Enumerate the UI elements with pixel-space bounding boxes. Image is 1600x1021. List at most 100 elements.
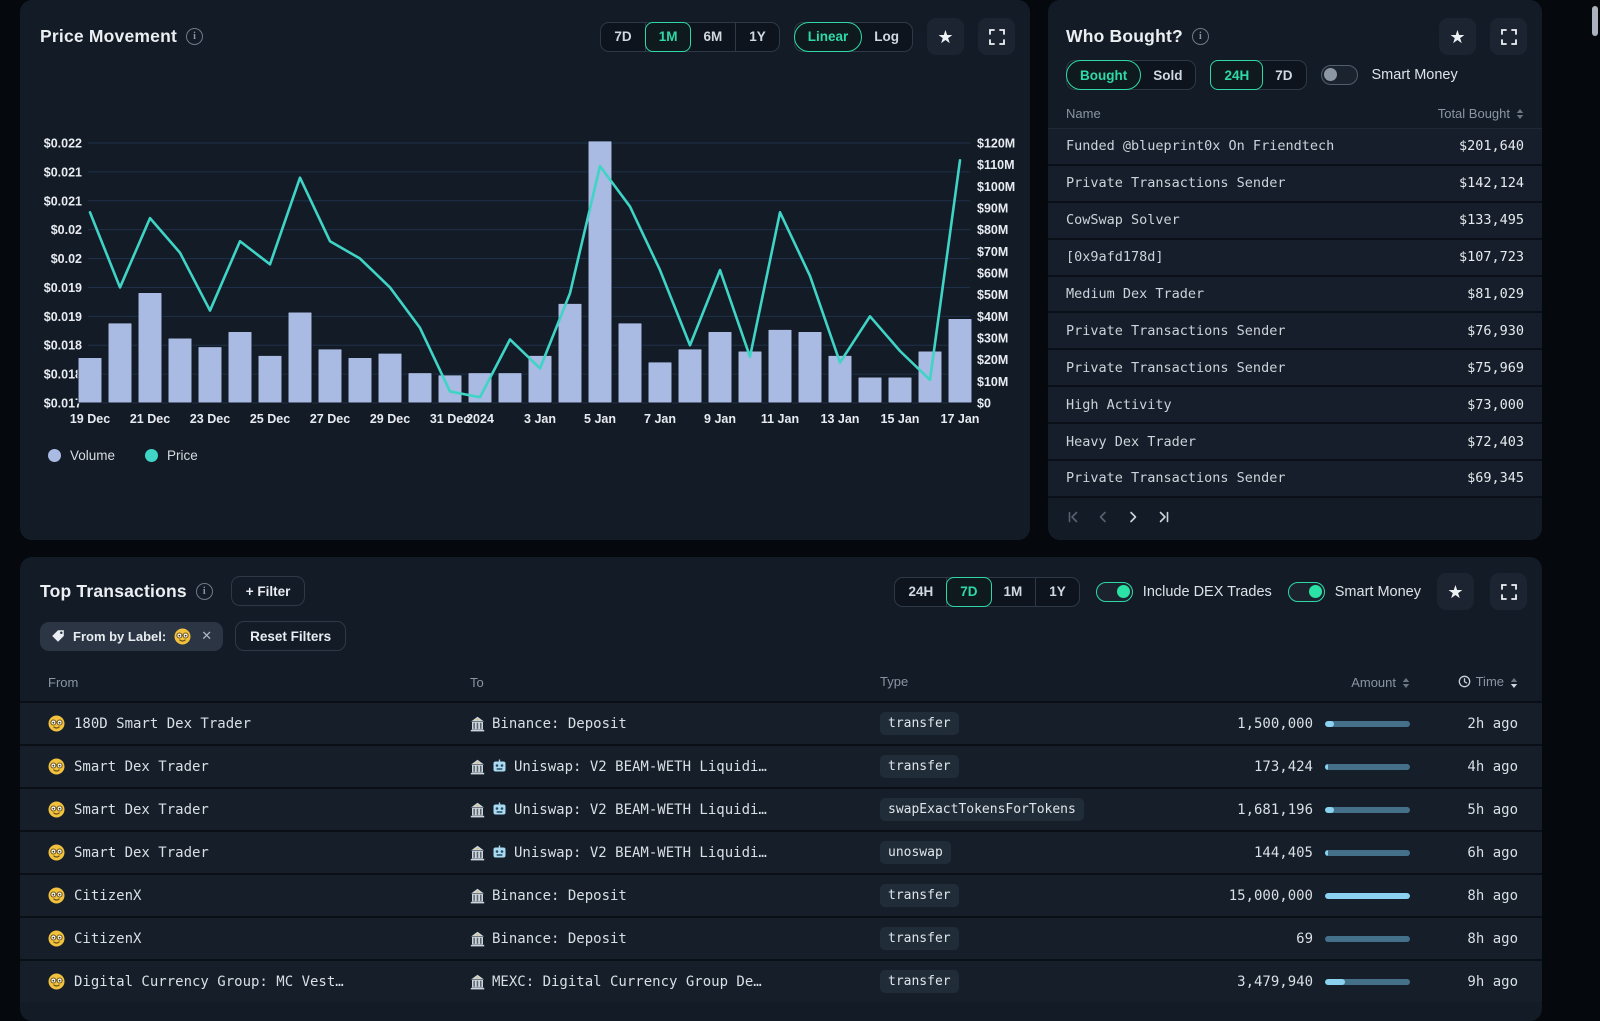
to-label[interactable]: MEXC: Digital Currency Group De… xyxy=(492,974,762,990)
from-label[interactable]: Smart Dex Trader xyxy=(74,802,209,818)
fullscreen-button[interactable] xyxy=(1490,573,1527,610)
transaction-row[interactable]: Smart Dex Trader Uniswap: V2 BEAM-WETH Li… xyxy=(20,830,1542,873)
bank-icon xyxy=(470,759,485,775)
info-icon[interactable]: i xyxy=(186,28,203,45)
bank-icon xyxy=(470,974,485,990)
range-1m[interactable]: 1M xyxy=(991,577,1037,607)
who-bought-row[interactable]: [0x9afd178d]$107,723 xyxy=(1048,240,1542,277)
bank-icon xyxy=(470,931,485,947)
include-dex-toggle[interactable] xyxy=(1096,582,1133,602)
from-label[interactable]: CitizenX xyxy=(74,931,141,947)
add-filter-button[interactable]: + Filter xyxy=(231,576,306,606)
side-sold[interactable]: Sold xyxy=(1140,60,1195,90)
transaction-row[interactable]: CitizenXBinance: Deposittransfer15,000,0… xyxy=(20,873,1542,916)
amount-bar xyxy=(1325,936,1410,942)
who-bought-row[interactable]: Private Transactions Sender$76,930 xyxy=(1048,313,1542,350)
active-filter-chip[interactable]: From by Label: ✕ xyxy=(40,622,223,651)
info-icon[interactable]: i xyxy=(1192,28,1209,45)
who-bought-row[interactable]: CowSwap Solver$133,495 xyxy=(1048,203,1542,240)
transaction-row[interactable]: Smart Dex Trader Uniswap: V2 BEAM-WETH Li… xyxy=(20,787,1542,830)
who-bought-row[interactable]: High Activity$73,000 xyxy=(1048,387,1542,424)
reset-filters-button[interactable]: Reset Filters xyxy=(235,621,346,651)
legend-dot xyxy=(145,449,158,462)
favorite-button[interactable]: ★ xyxy=(1439,18,1476,55)
to-label[interactable]: Binance: Deposit xyxy=(492,931,627,947)
amount-value: 69 xyxy=(1296,931,1313,947)
last-page-button[interactable] xyxy=(1148,502,1178,532)
transaction-row[interactable]: Smart Dex Trader Uniswap: V2 BEAM-WETH Li… xyxy=(20,744,1542,787)
nerd-face-icon xyxy=(48,930,65,947)
amount-bar-fill xyxy=(1325,893,1410,899)
column-to[interactable]: To xyxy=(470,675,484,690)
to-label[interactable]: Binance: Deposit xyxy=(492,888,627,904)
range-7d[interactable]: 7D xyxy=(1262,60,1305,90)
type-badge: transfer xyxy=(880,884,959,907)
legend-volume[interactable]: Volume xyxy=(48,448,115,463)
column-time[interactable]: Time xyxy=(1458,674,1518,689)
range-24h[interactable]: 24H xyxy=(1210,60,1263,90)
from-label[interactable]: CitizenX xyxy=(74,888,141,904)
column-name[interactable]: Name xyxy=(1066,106,1101,121)
to-label[interactable]: Uniswap: V2 BEAM-WETH Liquidi… xyxy=(514,759,767,775)
transaction-row[interactable]: 180D Smart Dex Trader Binance: Deposit tra… xyxy=(20,701,1542,744)
type-cell: unoswap xyxy=(880,841,1080,864)
from-label[interactable]: Smart Dex Trader xyxy=(74,845,209,861)
who-bought-row[interactable]: Private Transactions Sender$69,345 xyxy=(1048,461,1542,498)
from-label[interactable]: Digital Currency Group: MC Vest… xyxy=(74,974,344,990)
from-cell: Smart Dex Trader xyxy=(20,801,442,818)
range-24h[interactable]: 24H xyxy=(895,577,947,607)
to-label[interactable]: Uniswap: V2 BEAM-WETH Liquidi… xyxy=(514,845,767,861)
price-range-group: 7D1M6M1Y xyxy=(600,22,779,52)
range-1y[interactable]: 1Y xyxy=(1036,577,1079,607)
who-bought-row[interactable]: Private Transactions Sender$75,969 xyxy=(1048,350,1542,387)
who-bought-row[interactable]: Medium Dex Trader$81,029 xyxy=(1048,277,1542,314)
from-cell: Smart Dex Trader xyxy=(20,844,442,861)
svg-text:2024: 2024 xyxy=(466,412,494,426)
range-7d[interactable]: 7D xyxy=(601,22,645,52)
who-bought-row[interactable]: Heavy Dex Trader$72,403 xyxy=(1048,424,1542,461)
column-from[interactable]: From xyxy=(48,675,78,690)
who-bought-row[interactable]: Private Transactions Sender$142,124 xyxy=(1048,166,1542,203)
scale-linear[interactable]: Linear xyxy=(794,22,863,52)
next-page-button[interactable] xyxy=(1118,502,1148,532)
svg-text:9 Jan: 9 Jan xyxy=(704,412,736,426)
range-7d[interactable]: 7D xyxy=(946,577,991,607)
scale-log[interactable]: Log xyxy=(861,22,912,52)
toggle-knob xyxy=(1309,585,1322,598)
first-page-button[interactable] xyxy=(1058,502,1088,532)
smart-money-toggle[interactable] xyxy=(1288,582,1325,602)
type-badge: transfer xyxy=(880,712,959,735)
fullscreen-button[interactable] xyxy=(978,18,1015,55)
transaction-row[interactable]: CitizenXBinance: Deposittransfer698h ago xyxy=(20,916,1542,959)
range-6m[interactable]: 6M xyxy=(690,22,736,52)
fullscreen-button[interactable] xyxy=(1490,18,1527,55)
who-bought-row[interactable]: Funded @blueprint0x On Friendtech$201,64… xyxy=(1048,129,1542,166)
side-bought[interactable]: Bought xyxy=(1066,60,1141,90)
column-amount[interactable]: Amount xyxy=(1351,675,1410,690)
legend-price[interactable]: Price xyxy=(145,448,198,463)
info-icon[interactable]: i xyxy=(196,583,213,600)
prev-page-button[interactable] xyxy=(1088,502,1118,532)
svg-text:$0.018: $0.018 xyxy=(44,368,82,382)
svg-text:17 Jan: 17 Jan xyxy=(941,412,980,426)
column-total-bought[interactable]: Total Bought xyxy=(1438,106,1524,121)
remove-filter-icon[interactable]: ✕ xyxy=(201,628,212,644)
to-label[interactable]: Binance: Deposit xyxy=(492,716,627,732)
to-cell: Binance: Deposit xyxy=(442,931,880,947)
transaction-row[interactable]: Digital Currency Group: MC Vest… MEXC: Di… xyxy=(20,959,1542,1002)
from-label[interactable]: 180D Smart Dex Trader xyxy=(74,716,251,732)
from-label[interactable]: Smart Dex Trader xyxy=(74,759,209,775)
pagination xyxy=(1058,502,1178,532)
favorite-button[interactable]: ★ xyxy=(927,18,964,55)
smart-money-toggle[interactable] xyxy=(1321,65,1358,85)
time-cell: 5h ago xyxy=(1410,801,1542,819)
range-1y[interactable]: 1Y xyxy=(736,22,779,52)
column-type[interactable]: Type xyxy=(880,674,908,689)
tx-table-body: 180D Smart Dex Trader Binance: Deposit tra… xyxy=(20,701,1542,1002)
range-1m[interactable]: 1M xyxy=(645,22,692,52)
to-label[interactable]: Uniswap: V2 BEAM-WETH Liquidi… xyxy=(514,802,767,818)
favorite-button[interactable]: ★ xyxy=(1437,573,1474,610)
time-cell: 6h ago xyxy=(1410,844,1542,862)
scrollbar-thumb[interactable] xyxy=(1592,6,1598,36)
svg-text:$0.02: $0.02 xyxy=(51,223,82,237)
